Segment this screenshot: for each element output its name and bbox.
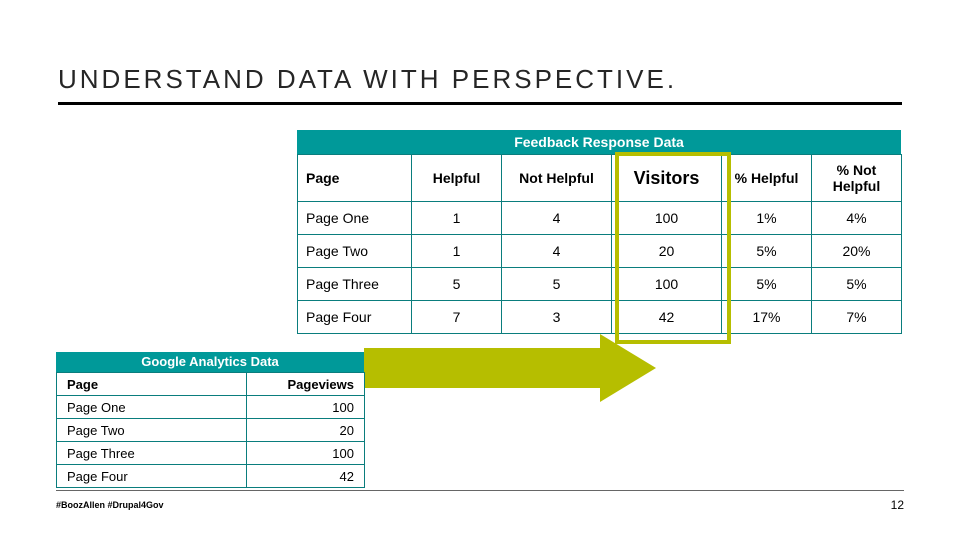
cell: 5%	[812, 268, 902, 301]
cell: 5%	[722, 235, 812, 268]
cell: Page One	[298, 202, 412, 235]
arrow-icon	[364, 334, 656, 402]
table-row: Page Two 1 4 20 5% 20%	[298, 235, 902, 268]
cell: Page Four	[57, 465, 247, 488]
ga-table: Page Pageviews Page One 100 Page Two 20 …	[56, 372, 365, 488]
footer-hashtag: #BoozAllen #Drupal4Gov	[56, 500, 164, 510]
slide-title: UNDERSTAND DATA WITH PERSPECTIVE.	[58, 64, 677, 95]
cell: 100	[247, 442, 365, 465]
cell: Page Four	[298, 301, 412, 334]
cell: 17%	[722, 301, 812, 334]
col-pct-helpful: % Helpful	[722, 155, 812, 202]
cell: 100	[612, 268, 722, 301]
table-row: Page One 1 4 100 1% 4%	[298, 202, 902, 235]
cell: 42	[247, 465, 365, 488]
table-row: Page Three 5 5 100 5% 5%	[298, 268, 902, 301]
cell: 5%	[722, 268, 812, 301]
cell: Page Two	[57, 419, 247, 442]
ga-banner: Google Analytics Data	[56, 352, 364, 372]
col-pageviews: Pageviews	[247, 373, 365, 396]
cell: 20	[612, 235, 722, 268]
cell: 7%	[812, 301, 902, 334]
cell: 5	[412, 268, 502, 301]
cell: 20	[247, 419, 365, 442]
ga-header-row: Page Pageviews	[57, 373, 365, 396]
cell: 7	[412, 301, 502, 334]
cell: 100	[247, 396, 365, 419]
col-visitors: Visitors	[612, 155, 722, 202]
title-rule	[58, 102, 902, 105]
cell: 1%	[722, 202, 812, 235]
cell: 42	[612, 301, 722, 334]
cell: 20%	[812, 235, 902, 268]
table-row: Page Two 20	[57, 419, 365, 442]
cell: 4	[502, 235, 612, 268]
table-row: Page Four 42	[57, 465, 365, 488]
col-pct-not-helpful: % Not Helpful	[812, 155, 902, 202]
table-row: Page Four 7 3 42 17% 7%	[298, 301, 902, 334]
col-page: Page	[57, 373, 247, 396]
col-helpful: Helpful	[412, 155, 502, 202]
cell: 1	[412, 235, 502, 268]
col-page: Page	[298, 155, 412, 202]
cell: Page Two	[298, 235, 412, 268]
cell: Page One	[57, 396, 247, 419]
table-row: Page Three 100	[57, 442, 365, 465]
page-number: 12	[891, 498, 904, 512]
footer-rule	[56, 490, 904, 491]
feedback-banner: Feedback Response Data	[297, 130, 901, 154]
col-not-helpful: Not Helpful	[502, 155, 612, 202]
cell: Page Three	[298, 268, 412, 301]
cell: 1	[412, 202, 502, 235]
feedback-table: Page Helpful Not Helpful Visitors % Help…	[297, 154, 902, 334]
cell: 4%	[812, 202, 902, 235]
cell: 3	[502, 301, 612, 334]
cell: 4	[502, 202, 612, 235]
cell: 100	[612, 202, 722, 235]
cell: Page Three	[57, 442, 247, 465]
table-row: Page One 100	[57, 396, 365, 419]
cell: 5	[502, 268, 612, 301]
feedback-header-row: Page Helpful Not Helpful Visitors % Help…	[298, 155, 902, 202]
